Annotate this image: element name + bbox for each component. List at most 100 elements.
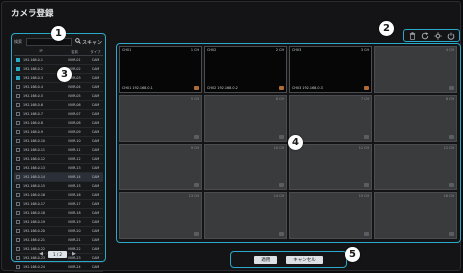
checkbox-icon [15,184,20,188]
row-checkbox[interactable] [14,202,21,206]
camera-cell[interactable]: 16 CH [374,192,457,239]
row-checkbox[interactable] [14,265,21,269]
row-checkbox[interactable] [14,220,21,224]
row-checkbox[interactable] [14,112,21,116]
row-name: NVR-04 [68,85,81,89]
trash-icon[interactable] [408,31,417,40]
row-checkbox[interactable] [14,238,21,242]
camera-cell[interactable]: 4 CH [374,46,457,93]
table-row[interactable]: 192.168.0.24 NVR-24 CAM [14,263,103,272]
camera-cell[interactable]: CH01 1 CH CH01 192.168.0.1 [119,46,202,93]
action-bar: 適用 キャンセル [230,251,347,268]
row-checkbox[interactable] [14,58,21,62]
row-name: NVR-20 [68,229,81,233]
cell-footer [377,232,454,236]
camera-cell[interactable]: 7 CH [289,94,372,142]
table-row[interactable]: 192.168.0.1 NVR-01 CAM [14,56,103,65]
table-row[interactable]: 192.168.0.15 NVR-15 CAM [14,182,103,191]
cell-slot: 1 CH [190,48,199,52]
cell-header: CH02 2 CH [207,48,284,52]
row-type: CAM [91,157,100,161]
row-checkbox[interactable] [14,67,21,71]
row-checkbox[interactable] [14,139,21,143]
camera-status-icon [364,85,369,90]
camera-cell[interactable]: 12 CH [374,143,457,191]
table-row[interactable]: 192.168.0.10 NVR-10 CAM [14,137,103,146]
row-checkbox[interactable] [14,103,21,107]
row-ip: 192.168.0.11 [23,148,46,152]
cell-footer [377,183,454,188]
row-name: NVR-11 [68,148,81,152]
camera-cell[interactable]: 10 CH [204,143,287,191]
row-ip: 192.168.0.18 [23,211,46,215]
row-checkbox[interactable] [14,184,21,188]
camera-cell[interactable]: 5 CH [119,94,202,142]
apply-button[interactable]: 適用 [254,255,278,264]
row-checkbox[interactable] [14,166,21,170]
camera-cell[interactable]: CH03 3 CH CH03 192.168.0.3 [289,46,372,93]
table-row[interactable]: 192.168.0.12 NVR-12 CAM [14,155,103,164]
checkbox-icon [15,85,20,89]
cell-header: 5 CH [122,97,199,101]
table-row[interactable]: 192.168.0.13 NVR-13 CAM [14,164,103,173]
row-checkbox[interactable] [14,85,21,89]
power-icon[interactable] [446,31,455,40]
camera-table: IP 名前 タイプ 192.168.0.1 NVR-01 CAM 192.168.0.… [14,49,103,272]
table-row[interactable]: 192.168.0.18 NVR-18 CAM [14,209,103,218]
camera-cell[interactable]: 13 CH [119,192,202,239]
row-name: NVR-09 [68,130,81,134]
scan-button[interactable]: スキャン [75,38,102,46]
prev-page-button[interactable]: ◀ [39,251,43,257]
row-checkbox[interactable] [14,193,21,197]
cell-slot: 7 CH [360,96,369,101]
table-row[interactable]: 192.168.0.21 NVR-21 CAM [14,236,103,245]
camera-cell[interactable]: 11 CH [289,143,372,191]
row-checkbox[interactable] [14,148,21,152]
table-row[interactable]: 192.168.0.17 NVR-17 CAM [14,200,103,209]
cell-slot: 9 CH [190,145,199,150]
row-type: CAM [91,94,100,98]
table-row[interactable]: 192.168.0.20 NVR-20 CAM [14,227,103,236]
refresh-icon[interactable] [421,31,430,40]
row-ip: 192.168.0.3 [23,76,43,80]
next-page-button[interactable]: ▶ [72,251,76,257]
table-row[interactable]: 192.168.0.19 NVR-19 CAM [14,218,103,227]
camera-cell[interactable]: 6 CH [204,94,287,142]
table-row[interactable]: 192.168.0.5 NVR-05 CAM [14,92,103,101]
table-row[interactable]: 192.168.0.6 NVR-06 CAM [14,101,103,110]
row-checkbox[interactable] [14,175,21,179]
row-checkbox[interactable] [14,157,21,161]
table-row[interactable]: 192.168.0.7 NVR-07 CAM [14,110,103,119]
table-row[interactable]: 192.168.0.14 NVR-14 CAM [14,173,103,182]
row-name: NVR-01 [68,58,81,62]
cell-caption: CH03 192.168.0.3 [292,85,323,90]
checkbox-icon [15,157,20,161]
cell-slot: 5 CH [190,96,199,101]
cancel-button[interactable]: キャンセル [286,255,323,264]
callout-5: 5 [345,247,360,262]
table-row[interactable]: 192.168.0.16 NVR-16 CAM [14,191,103,200]
table-row[interactable]: 192.168.0.8 NVR-08 CAM [14,119,103,128]
cell-label: CH03 [292,48,302,52]
table-row[interactable]: 192.168.0.11 NVR-11 CAM [14,146,103,155]
row-checkbox[interactable] [14,229,21,233]
row-ip: 192.168.0.8 [23,121,43,125]
camera-cell[interactable]: 9 CH [119,143,202,191]
table-row[interactable]: 192.168.0.4 NVR-04 CAM [14,83,103,92]
search-input[interactable] [26,38,72,46]
table-row[interactable]: 192.168.0.9 NVR-09 CAM [14,128,103,137]
row-checkbox[interactable] [14,121,21,125]
cell-footer [292,232,369,236]
camera-cell[interactable]: CH02 2 CH CH02 192.168.0.2 [204,46,287,93]
camera-cell[interactable]: 8 CH [374,94,457,142]
row-name: NVR-13 [68,166,81,170]
camera-cell[interactable]: 14 CH [204,192,287,239]
page-indicator: 1 / 2 [48,250,67,258]
row-checkbox[interactable] [14,76,21,80]
settings-icon[interactable] [433,31,442,40]
row-checkbox[interactable] [14,94,21,98]
camera-cell[interactable]: 15 CH [289,192,372,239]
row-checkbox[interactable] [14,130,21,134]
row-checkbox[interactable] [14,211,21,215]
checkbox-icon [15,220,20,224]
